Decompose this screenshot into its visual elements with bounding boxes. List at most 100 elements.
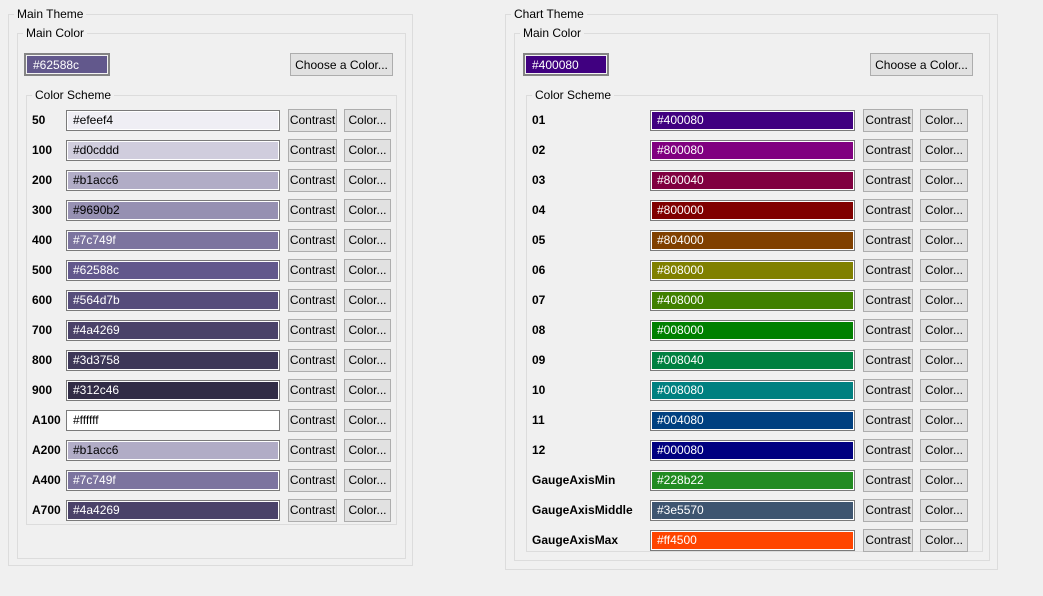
contrast-button[interactable]: Contrast [863,199,913,222]
color-button[interactable]: Color... [344,289,391,312]
row-color-field[interactable]: #312c46 [66,380,280,401]
color-scheme-row: 03 #800040 Contrast Color... [532,165,977,195]
contrast-button[interactable]: Contrast [288,259,337,282]
row-label: GaugeAxisMiddle [532,503,650,517]
color-button[interactable]: Color... [920,139,968,162]
color-scheme-row: 12 #000080 Contrast Color... [532,435,977,465]
color-button[interactable]: Color... [920,469,968,492]
row-color-field[interactable]: #efeef4 [66,110,280,131]
color-button[interactable]: Color... [920,379,968,402]
color-button[interactable]: Color... [344,439,391,462]
color-button[interactable]: Color... [344,259,391,282]
contrast-button[interactable]: Contrast [863,469,913,492]
contrast-button[interactable]: Contrast [288,199,337,222]
row-color-field[interactable]: #008080 [650,380,855,401]
contrast-button[interactable]: Contrast [288,499,337,522]
color-scheme-row: GaugeAxisMiddle #3e5570 Contrast Color..… [532,495,977,525]
row-color-field[interactable]: #ffffff [66,410,280,431]
color-button[interactable]: Color... [344,139,391,162]
row-color-field[interactable]: #3d3758 [66,350,280,371]
row-color-field[interactable]: #800000 [650,200,855,221]
color-button[interactable]: Color... [344,349,391,372]
contrast-button[interactable]: Contrast [288,109,337,132]
row-color-field[interactable]: #008000 [650,320,855,341]
color-scheme-row: GaugeAxisMin #228b22 Contrast Color... [532,465,977,495]
color-button[interactable]: Color... [344,409,391,432]
color-button[interactable]: Color... [920,529,968,552]
row-color-field[interactable]: #228b22 [650,470,855,491]
contrast-button[interactable]: Contrast [288,349,337,372]
color-button[interactable]: Color... [920,109,968,132]
color-button[interactable]: Color... [920,199,968,222]
choose-color-button[interactable]: Choose a Color... [290,53,393,76]
row-color-field[interactable]: #408000 [650,290,855,311]
contrast-button[interactable]: Contrast [863,319,913,342]
contrast-button[interactable]: Contrast [863,529,913,552]
color-button[interactable]: Color... [920,169,968,192]
row-color-field[interactable]: #7c749f [66,230,280,251]
row-color-field[interactable]: #ff4500 [650,530,855,551]
contrast-button[interactable]: Contrast [863,499,913,522]
choose-color-button[interactable]: Choose a Color... [870,53,973,76]
color-button[interactable]: Color... [920,439,968,462]
color-button[interactable]: Color... [920,409,968,432]
contrast-button[interactable]: Contrast [863,379,913,402]
row-color-field[interactable]: #804000 [650,230,855,251]
contrast-button[interactable]: Contrast [288,289,337,312]
contrast-button[interactable]: Contrast [288,379,337,402]
color-button[interactable]: Color... [344,199,391,222]
row-color-field[interactable]: #b1acc6 [66,440,280,461]
row-label: 07 [532,293,650,307]
row-color-field[interactable]: #800080 [650,140,855,161]
row-label: 01 [532,113,650,127]
color-button[interactable]: Color... [920,259,968,282]
color-button[interactable]: Color... [344,319,391,342]
row-color-field[interactable]: #004080 [650,410,855,431]
contrast-button[interactable]: Contrast [288,409,337,432]
color-button[interactable]: Color... [344,499,391,522]
contrast-button[interactable]: Contrast [863,289,913,312]
row-color-field[interactable]: #9690b2 [66,200,280,221]
row-color-field[interactable]: #808000 [650,260,855,281]
color-button[interactable]: Color... [920,319,968,342]
contrast-button[interactable]: Contrast [863,109,913,132]
contrast-button[interactable]: Contrast [288,469,337,492]
contrast-button[interactable]: Contrast [288,319,337,342]
contrast-button[interactable]: Contrast [863,139,913,162]
contrast-button[interactable]: Contrast [288,229,337,252]
contrast-button[interactable]: Contrast [863,259,913,282]
contrast-button[interactable]: Contrast [863,229,913,252]
color-button[interactable]: Color... [920,349,968,372]
color-scheme-row: GaugeAxisMax #ff4500 Contrast Color... [532,525,977,555]
contrast-button[interactable]: Contrast [863,439,913,462]
contrast-button[interactable]: Contrast [288,169,337,192]
row-color-field[interactable]: #62588c [66,260,280,281]
color-button[interactable]: Color... [344,169,391,192]
main-color-hex: #400080 [532,58,579,72]
color-button[interactable]: Color... [344,379,391,402]
color-button[interactable]: Color... [344,469,391,492]
row-color-field[interactable]: #4a4269 [66,320,280,341]
contrast-button[interactable]: Contrast [288,439,337,462]
row-color-field[interactable]: #800040 [650,170,855,191]
row-color-field[interactable]: #7c749f [66,470,280,491]
contrast-button[interactable]: Contrast [863,349,913,372]
color-button[interactable]: Color... [344,109,391,132]
color-button[interactable]: Color... [344,229,391,252]
row-color-field[interactable]: #4a4269 [66,500,280,521]
color-button[interactable]: Color... [920,499,968,522]
row-color-hex: #4a4269 [73,503,120,517]
row-color-field[interactable]: #d0cddd [66,140,280,161]
contrast-button[interactable]: Contrast [288,139,337,162]
row-color-field[interactable]: #3e5570 [650,500,855,521]
contrast-button[interactable]: Contrast [863,409,913,432]
row-color-field[interactable]: #564d7b [66,290,280,311]
color-button[interactable]: Color... [920,229,968,252]
row-color-field[interactable]: #008040 [650,350,855,371]
color-button[interactable]: Color... [920,289,968,312]
color-scheme-rows: 01 #400080 Contrast Color... 02 #800080 … [532,105,977,555]
row-color-field[interactable]: #400080 [650,110,855,131]
row-color-field[interactable]: #b1acc6 [66,170,280,191]
row-color-field[interactable]: #000080 [650,440,855,461]
contrast-button[interactable]: Contrast [863,169,913,192]
